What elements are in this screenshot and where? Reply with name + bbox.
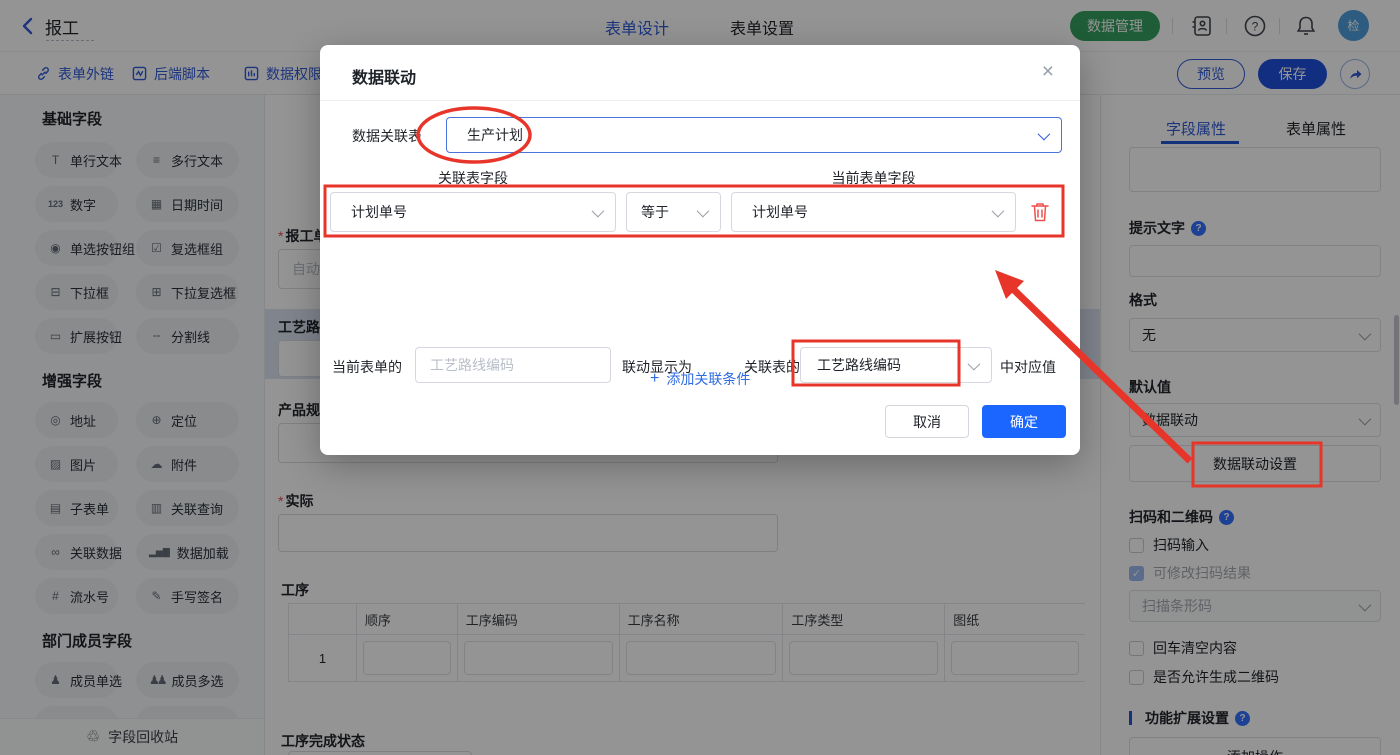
condition-right-select[interactable]: 计划单号 <box>731 192 1016 232</box>
condition-left-select[interactable]: 计划单号 <box>330 192 616 232</box>
display-as-label: 联动显示为 <box>622 359 692 375</box>
chevron-down-icon <box>1037 127 1051 140</box>
trash-icon[interactable] <box>1030 201 1050 223</box>
link-table-label: 数据关联表 <box>352 128 422 144</box>
modal-title: 数据联动 <box>352 70 417 87</box>
related-field-select[interactable]: 工艺路线编码 <box>800 347 992 383</box>
link-table-select[interactable]: 生产计划 <box>446 117 1062 153</box>
chevron-down-icon <box>967 357 981 370</box>
cancel-button[interactable]: 取消 <box>885 405 969 438</box>
column-header-current-field: 当前表单字段 <box>831 170 916 186</box>
data-linkage-modal: 数据联动 × 数据关联表 生产计划 关联表字段 当前表单字段 计划单号 等于 计… <box>320 45 1080 455</box>
condition-operator-select[interactable]: 等于 <box>626 192 721 232</box>
suffix-label: 中对应值 <box>1000 359 1056 375</box>
current-form-label: 当前表单的 <box>332 359 402 375</box>
chevron-down-icon <box>696 204 710 217</box>
close-icon[interactable]: × <box>1042 61 1054 82</box>
related-table-label: 关联表的 <box>744 359 800 375</box>
column-header-related-field: 关联表字段 <box>438 170 508 186</box>
modal-header: 数据联动 × <box>320 45 1080 101</box>
chevron-down-icon <box>591 204 605 217</box>
confirm-button[interactable]: 确定 <box>982 405 1066 438</box>
chevron-down-icon <box>991 204 1005 217</box>
current-field-input[interactable]: 工艺路线编码 <box>415 347 611 383</box>
